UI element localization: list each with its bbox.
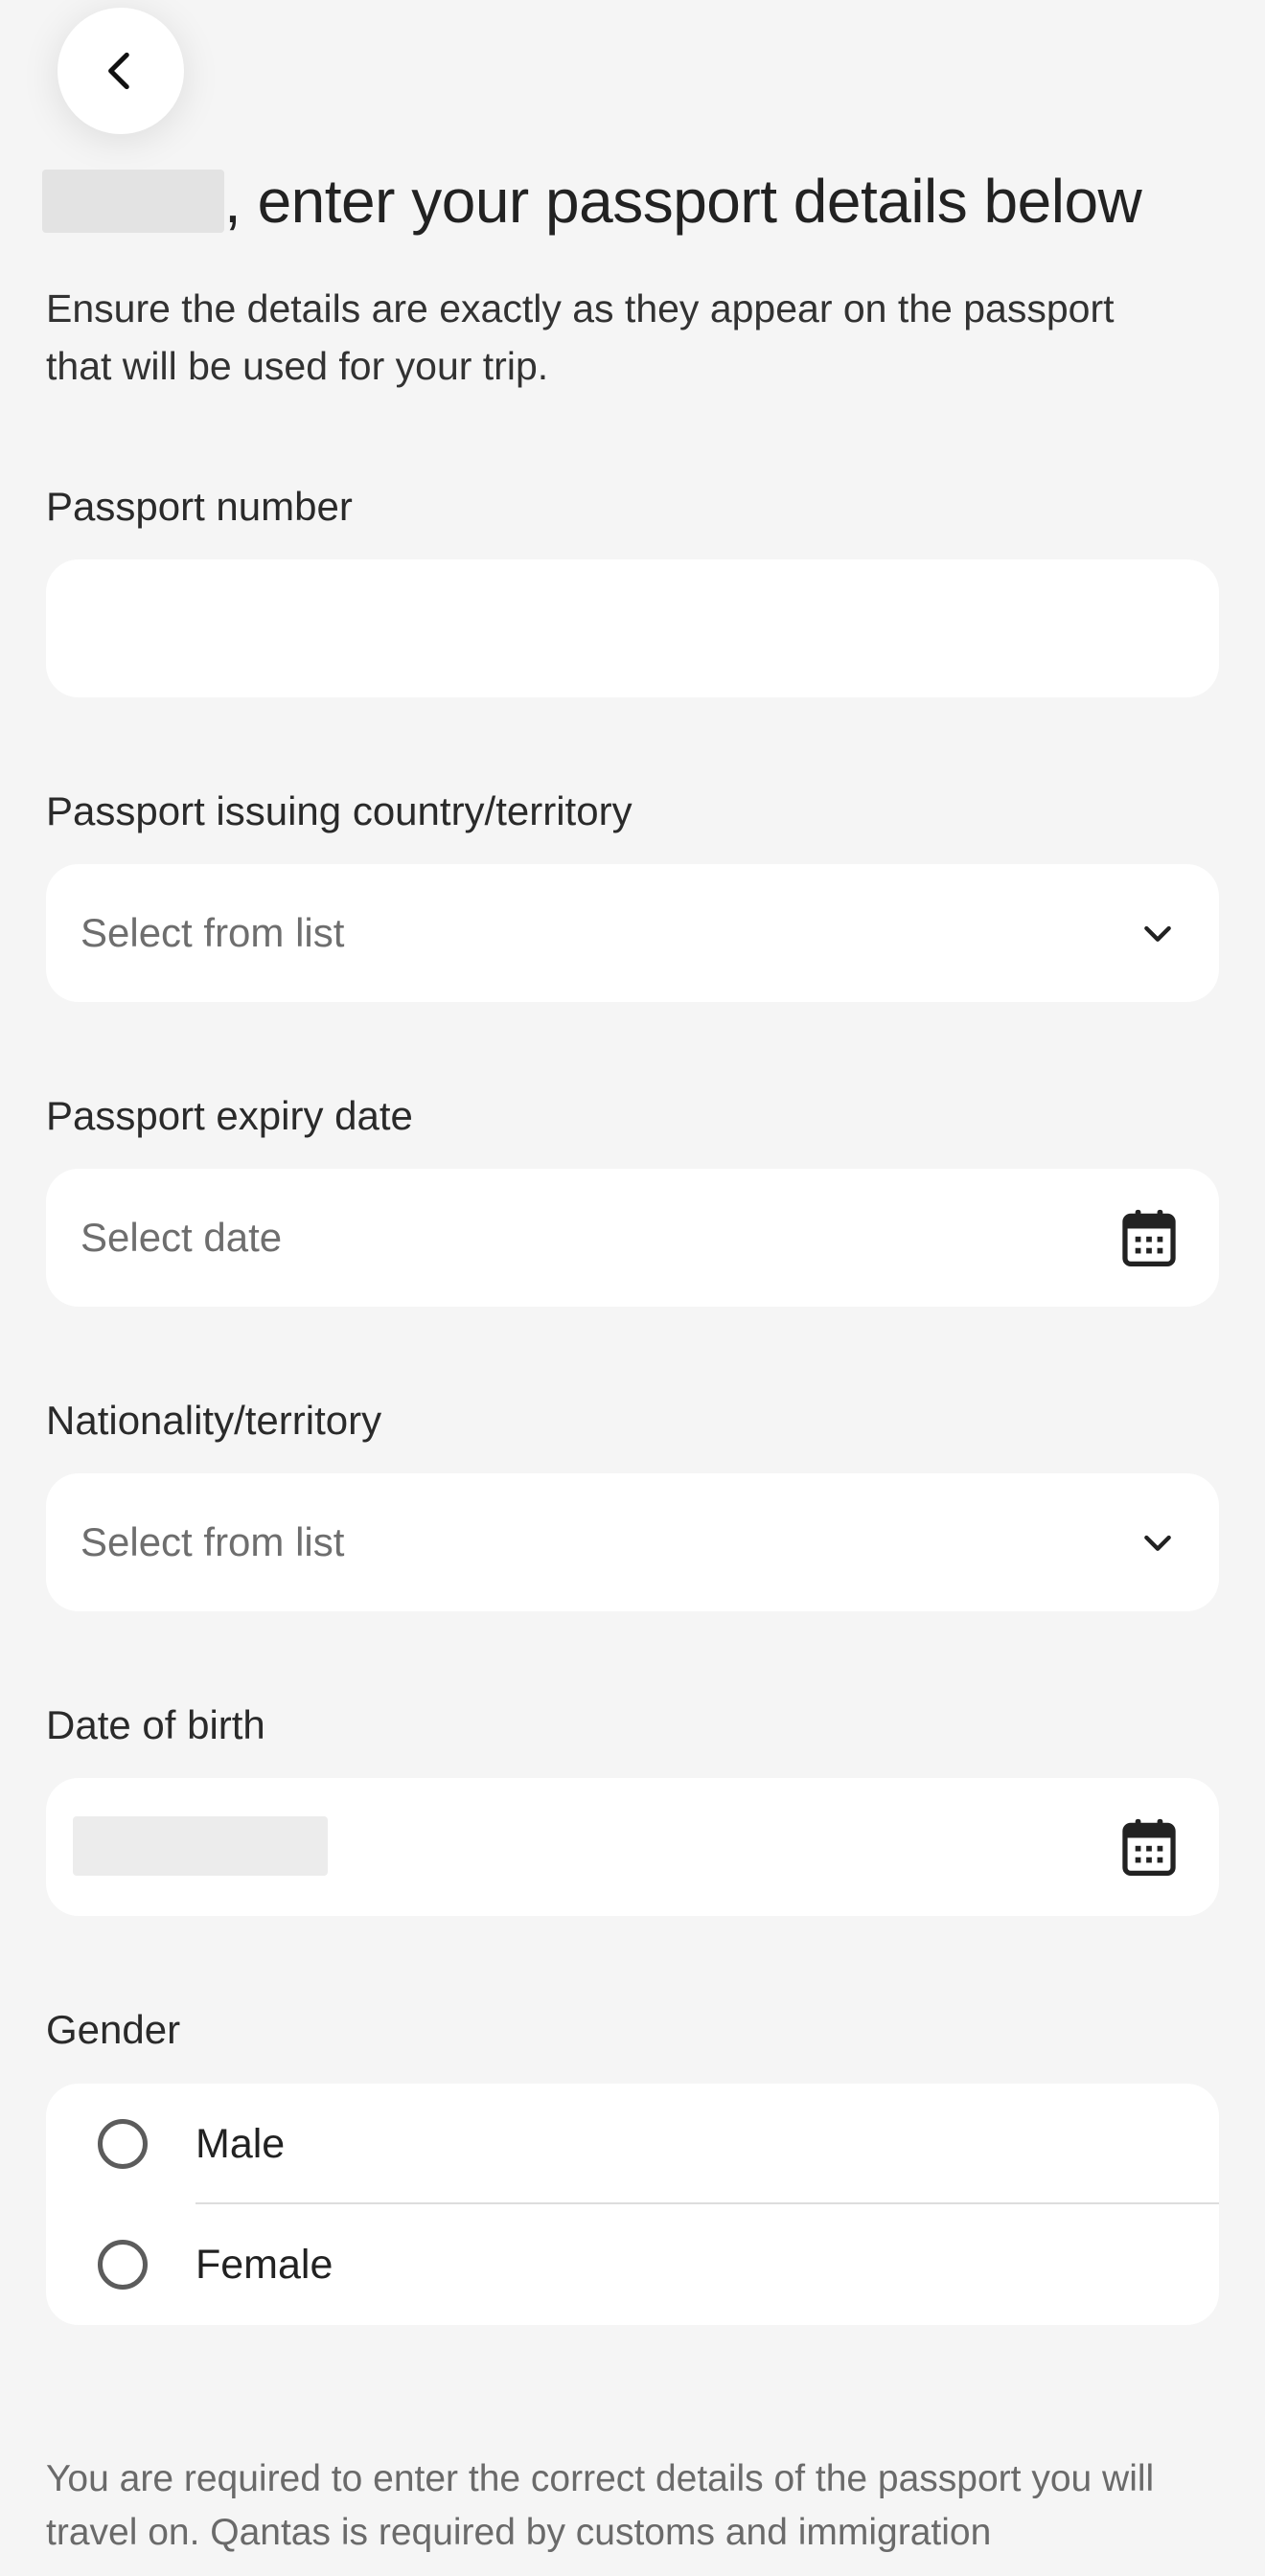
nationality-placeholder: Select from list [80,1519,345,1564]
gender-option-male[interactable]: Male [46,2084,1219,2204]
redacted-name [42,170,224,233]
passport-number-field[interactable] [46,559,1219,697]
passport-number-label: Passport number [46,484,353,529]
passport-number-input[interactable] [80,559,1188,697]
back-button[interactable] [58,8,184,134]
expiry-date-picker[interactable]: Select date [46,1169,1219,1307]
page-title: , enter your passport details below [42,163,1142,239]
chevron-left-icon [108,52,129,90]
issuing-country-placeholder: Select from list [80,910,345,955]
expiry-date-placeholder: Select date [80,1215,283,1260]
redacted-date-of-birth [73,1816,328,1876]
passport-disclaimer: You are required to enter the correct de… [46,2458,1155,2553]
male-radio[interactable] [98,2119,148,2169]
chevron-down-icon [1138,914,1177,952]
date-of-birth-picker[interactable] [46,1778,1219,1916]
male-label: Male [196,2120,286,2167]
expiry-date-label: Passport expiry date [46,1093,413,1138]
female-label: Female [196,2241,334,2288]
page-title-text: , enter your passport details below [224,167,1142,236]
nationality-select[interactable]: Select from list [46,1473,1219,1611]
calendar-icon[interactable] [1121,1208,1177,1267]
issuing-country-select[interactable]: Select from list [46,864,1219,1002]
gender-label: Gender [46,2007,181,2052]
passport-details-screen: , enter your passport details below Ensu… [0,0,1265,2576]
gender-radio-group: Male Female [46,2084,1219,2325]
female-radio[interactable] [98,2240,148,2290]
chevron-down-icon [1138,1523,1177,1562]
page-subtitle: Ensure the details are exactly as they a… [46,286,1115,388]
date-of-birth-label: Date of birth [46,1702,265,1747]
calendar-icon[interactable] [1121,1817,1177,1877]
issuing-country-label: Passport issuing country/territory [46,788,632,833]
gender-option-female[interactable]: Female [46,2204,1219,2325]
nationality-label: Nationality/territory [46,1398,382,1443]
